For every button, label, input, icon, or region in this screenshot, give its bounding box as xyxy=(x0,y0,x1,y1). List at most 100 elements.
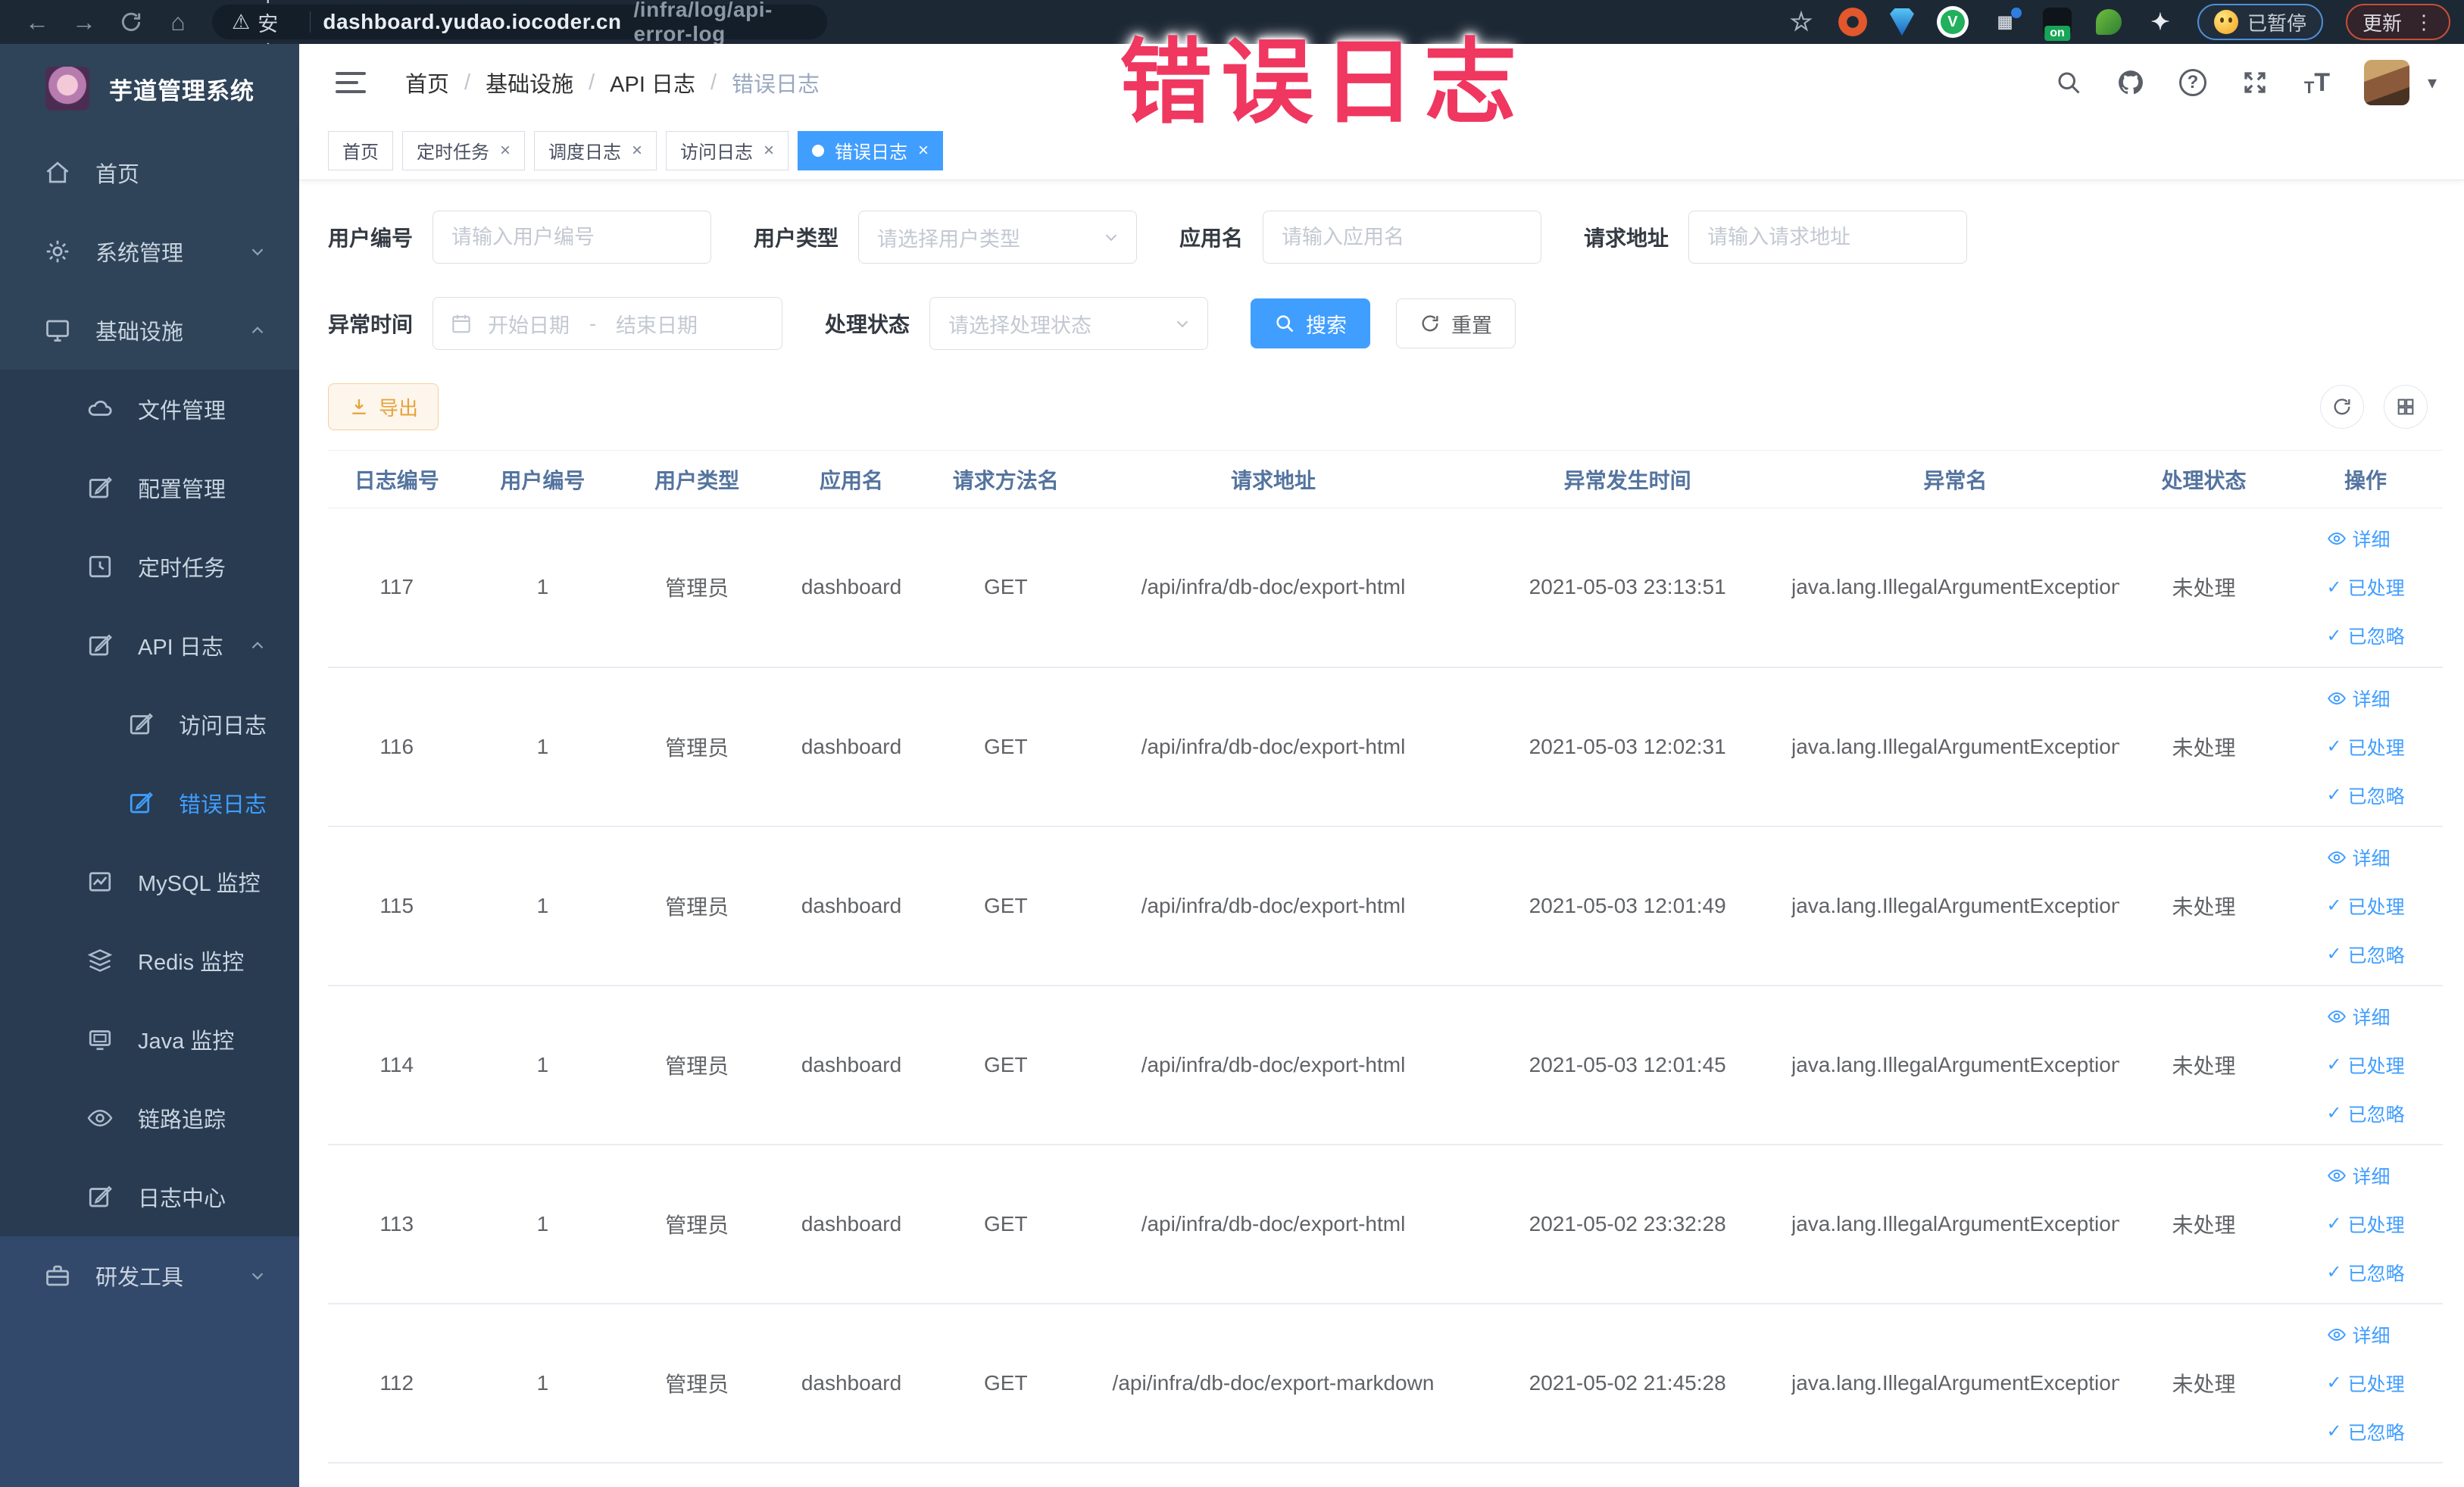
font-size-icon[interactable]: TT xyxy=(2302,67,2332,98)
extension-icon-plant[interactable] xyxy=(2094,8,2123,36)
cell-app-name: dashboard xyxy=(774,826,929,986)
browser-back-button[interactable]: ← xyxy=(14,5,61,39)
github-icon[interactable] xyxy=(2116,67,2146,98)
home-icon xyxy=(46,161,69,183)
user-id-input[interactable] xyxy=(433,211,712,264)
tab-schedule-log[interactable]: 调度日志 × xyxy=(534,130,657,170)
extension-icon-green-v[interactable]: V xyxy=(1936,6,1969,38)
request-url-input[interactable] xyxy=(1688,211,1968,264)
sidebar-filler xyxy=(0,1315,299,1487)
sidebar-collapse-button[interactable] xyxy=(336,72,366,93)
error-log-icon xyxy=(130,792,153,814)
mark-processed-link[interactable]: ✓ 已处理 xyxy=(2327,573,2405,601)
tab-close-icon[interactable]: × xyxy=(918,140,929,161)
sidebar-item-redis-monitor[interactable]: Redis 监控 xyxy=(0,921,299,1000)
tab-close-icon[interactable]: × xyxy=(764,140,774,161)
tab-scheduled-tasks[interactable]: 定时任务 × xyxy=(402,130,526,170)
app-name-input[interactable] xyxy=(1263,211,1542,264)
eye-icon xyxy=(2327,851,2346,864)
sidebar-item-error-log[interactable]: 错误日志 xyxy=(0,764,299,842)
mark-ignored-link[interactable]: ✓ 已忽略 xyxy=(2327,782,2405,809)
breadcrumb-item-home[interactable]: 首页 xyxy=(405,67,449,98)
search-icon[interactable] xyxy=(2053,67,2084,98)
process-status-select[interactable]: 请选择处理状态 xyxy=(929,297,1209,350)
extension-icon-blue-shield[interactable] xyxy=(1889,8,1914,36)
detail-link[interactable]: 详细 xyxy=(2327,525,2391,552)
refresh-icon xyxy=(1422,315,1438,332)
browser-forward-button[interactable]: → xyxy=(61,5,108,39)
tab-close-icon[interactable]: × xyxy=(500,140,511,161)
browser-home-button[interactable]: ⌂ xyxy=(155,5,201,39)
sidebar-item-system-management[interactable]: 系统管理 xyxy=(0,212,299,291)
reload-icon xyxy=(121,12,141,31)
tab-error-log[interactable]: 错误日志 × xyxy=(798,130,944,170)
redis-monitor-icon xyxy=(87,949,113,972)
extensions-puzzle-icon[interactable]: ✦ xyxy=(2146,8,2175,36)
user-avatar[interactable] xyxy=(2363,60,2409,105)
breadcrumb-item-infrastructure[interactable]: 基础设施 xyxy=(486,67,573,98)
mark-ignored-link[interactable]: ✓ 已忽略 xyxy=(2327,622,2405,649)
app-logo[interactable]: 芋道管理系统 xyxy=(0,44,299,133)
cell-exception-time: 2021-05-03 12:01:49 xyxy=(1463,826,1792,986)
mark-ignored-link[interactable]: ✓ 已忽略 xyxy=(2327,941,2405,968)
sidebar-item-home[interactable]: 首页 xyxy=(0,133,299,212)
mark-processed-link[interactable]: ✓ 已处理 xyxy=(2327,1211,2405,1238)
breadcrumb-item-api-log[interactable]: API 日志 xyxy=(610,67,695,98)
tab-access-log[interactable]: 访问日志 × xyxy=(666,130,789,170)
mark-ignored-link[interactable]: ✓ 已忽略 xyxy=(2327,1418,2405,1445)
sidebar-item-mysql-monitor[interactable]: MySQL 监控 xyxy=(0,842,299,921)
sidebar-item-file-management[interactable]: 文件管理 xyxy=(0,370,299,448)
sidebar-item-config-management[interactable]: 配置管理 xyxy=(0,448,299,527)
avatar-caret-icon[interactable]: ▾ xyxy=(2428,72,2437,94)
check-icon: ✓ xyxy=(2326,944,2342,964)
detail-link[interactable]: 详细 xyxy=(2327,685,2391,712)
sidebar-item-infrastructure[interactable]: 基础设施 xyxy=(0,291,299,370)
tab-close-icon[interactable]: × xyxy=(632,140,642,161)
extension-icon-switch[interactable]: on xyxy=(2042,8,2072,41)
filter-exception-time: 异常时间 开始日期 - 结束日期 xyxy=(328,297,783,350)
help-icon[interactable]: ? xyxy=(2178,67,2208,98)
refresh-table-button[interactable] xyxy=(2320,385,2364,429)
detail-link[interactable]: 详细 xyxy=(2327,1321,2391,1348)
paused-badge[interactable]: 已暂停 xyxy=(2197,4,2323,40)
sidebar-item-log-center[interactable]: 日志中心 xyxy=(0,1157,299,1236)
mark-ignored-link[interactable]: ✓ 已忽略 xyxy=(2327,1100,2405,1127)
sidebar-item-trace[interactable]: 链路追踪 xyxy=(0,1079,299,1157)
reset-button[interactable]: 重置 xyxy=(1396,298,1516,348)
exception-time-range-picker[interactable]: 开始日期 - 结束日期 xyxy=(433,297,783,350)
cell-actions: 详细 ✓ 已处理 ✓ 已忽略 xyxy=(2288,508,2443,668)
export-button[interactable]: 导出 xyxy=(328,383,439,430)
browser-update-button[interactable]: 更新 ⋮ xyxy=(2345,4,2450,40)
plant-icon xyxy=(2095,9,2122,35)
mark-ignored-link[interactable]: ✓ 已忽略 xyxy=(2327,1259,2405,1286)
sidebar-item-dev-tools[interactable]: 研发工具 xyxy=(0,1236,299,1315)
mark-processed-link[interactable]: ✓ 已处理 xyxy=(2327,892,2405,920)
extension-icon-orange[interactable] xyxy=(1838,8,1867,36)
mark-processed-link[interactable]: ✓ 已处理 xyxy=(2327,1370,2405,1397)
search-button-label: 搜索 xyxy=(1306,314,1348,337)
cell-request-url: /api/infra/db-doc/export-html xyxy=(1082,985,1464,1145)
browser-menu-kebab-icon[interactable]: ⋮ xyxy=(2414,11,2434,34)
user-type-select[interactable]: 请选择用户类型 xyxy=(858,211,1138,264)
detail-link[interactable]: 详细 xyxy=(2327,1003,2391,1030)
browser-reload-button[interactable] xyxy=(108,5,155,39)
filter-label: 异常时间 xyxy=(328,313,414,336)
tab-home[interactable]: 首页 xyxy=(328,130,393,170)
sidebar-item-api-log[interactable]: API 日志 xyxy=(0,606,299,685)
extension-icon-grid[interactable]: ▦ xyxy=(1991,8,2022,36)
sidebar-item-access-log[interactable]: 访问日志 xyxy=(0,685,299,764)
column-settings-button[interactable] xyxy=(2384,385,2428,429)
sidebar-item-java-monitor[interactable]: Java 监控 xyxy=(0,1000,299,1079)
detail-link[interactable]: 详细 xyxy=(2327,1162,2391,1189)
mark-processed-link[interactable]: ✓ 已处理 xyxy=(2327,733,2405,761)
cell-log-id: 114 xyxy=(328,985,466,1145)
mark-processed-link[interactable]: ✓ 已处理 xyxy=(2327,1051,2405,1079)
sidebar-item-label: 文件管理 xyxy=(138,399,226,423)
sidebar-item-scheduled-tasks[interactable]: 定时任务 xyxy=(0,527,299,606)
bookmark-star-icon[interactable]: ☆ xyxy=(1787,8,1816,36)
detail-link[interactable]: 详细 xyxy=(2327,844,2391,871)
fullscreen-icon[interactable] xyxy=(2240,67,2270,98)
cell-log-id: 113 xyxy=(328,1144,466,1304)
url-bar[interactable]: ⚠ 不安全 dashboard.yudao.iocoder.cn/infra/l… xyxy=(212,0,827,65)
search-button[interactable]: 搜索 xyxy=(1251,298,1371,348)
